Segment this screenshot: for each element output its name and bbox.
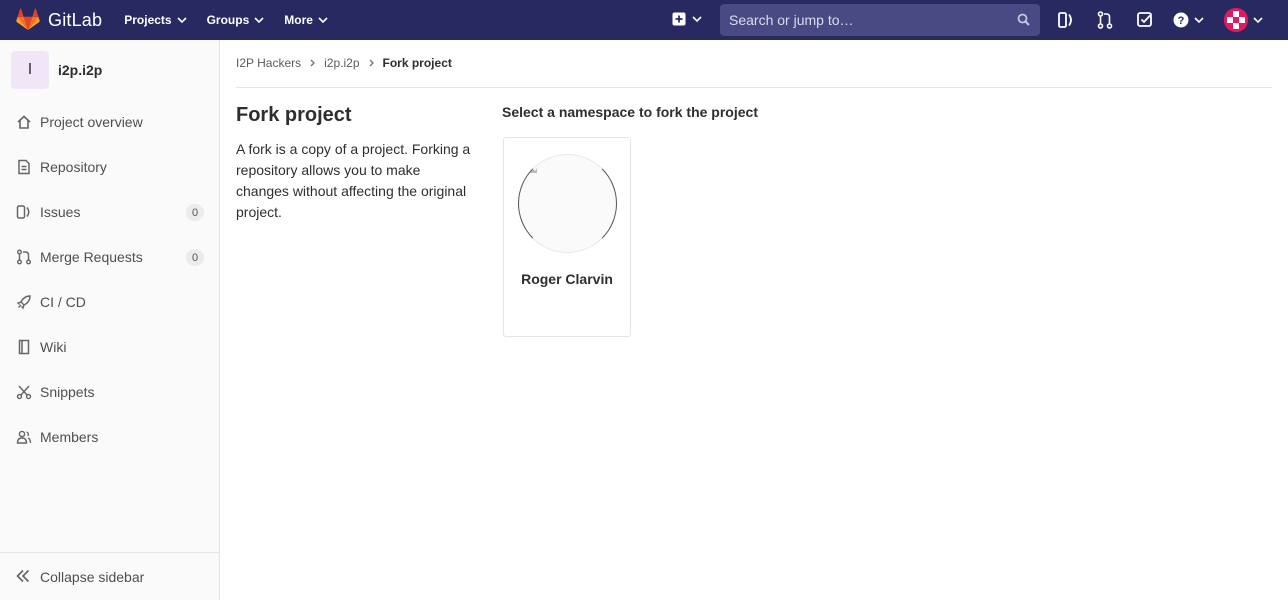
identicon-icon — [1224, 8, 1248, 32]
page-title: Fork project — [236, 104, 352, 126]
sidebar-item-snippets[interactable]: Snippets — [0, 372, 219, 412]
sidebar-item-label: Repository — [40, 159, 107, 175]
merge-requests-count-badge: 0 — [186, 249, 204, 266]
issues-count-badge: 0 — [186, 204, 204, 221]
search-box — [720, 4, 1040, 36]
issues-icon[interactable] — [1058, 11, 1074, 29]
scissors-icon — [16, 385, 32, 400]
sidebar-item-label: Issues — [40, 204, 81, 220]
sidebar-item-label: CI / CD — [40, 294, 86, 310]
breadcrumb: I2P Hackers i2p.i2p Fork project — [236, 56, 452, 70]
chevron-down-icon — [692, 16, 702, 22]
projects-label: Projects — [124, 13, 172, 27]
groups-label: Groups — [206, 13, 250, 27]
sidebar-item-label: Snippets — [40, 384, 95, 400]
user-avatar — [1224, 8, 1248, 32]
sidebar-item-label: Merge Requests — [40, 249, 143, 265]
brand-name: GitLab — [48, 9, 103, 30]
sidebar-item-label: Wiki — [40, 339, 67, 355]
help-dropdown[interactable]: ? — [1173, 12, 1204, 28]
doc-text-icon — [18, 159, 30, 175]
sidebar-item-project-overview[interactable]: Project overview — [0, 102, 219, 142]
chevron-down-icon — [318, 17, 328, 23]
gitlab-logo-icon — [16, 8, 40, 30]
breadcrumb-divider — [236, 87, 1272, 88]
rocket-icon — [16, 295, 31, 310]
sidebar-item-label: Project overview — [40, 114, 143, 130]
users-icon — [16, 430, 32, 444]
projects-dropdown[interactable]: Projects — [124, 13, 187, 27]
namespace-avatar — [518, 154, 617, 253]
search-icon — [1017, 13, 1030, 26]
sidebar-item-issues[interactable]: Issues 0 — [0, 192, 219, 232]
page-description: A fork is a copy of a project. Forking a… — [236, 141, 471, 220]
namespace-card[interactable]: Roger Clarvin — [503, 137, 631, 337]
top-navbar: GitLab Projects Groups More ? — [0, 0, 1288, 40]
chevron-right-icon — [369, 59, 374, 67]
main-nav-menu: Projects Groups More — [124, 0, 348, 40]
namespace-heading: Select a namespace to fork the project — [502, 104, 758, 120]
chevron-down-icon — [254, 17, 264, 23]
git-merge-icon — [17, 249, 31, 265]
question-circle-icon: ? — [1173, 12, 1189, 28]
sidebar-item-ci-cd[interactable]: CI / CD — [0, 282, 219, 322]
collapse-sidebar-label: Collapse sidebar — [40, 568, 145, 585]
chevron-down-icon — [1194, 17, 1204, 23]
namespace-name: Roger Clarvin — [521, 271, 613, 287]
svg-text:?: ? — [1178, 15, 1185, 27]
new-item-dropdown[interactable] — [672, 12, 702, 26]
breadcrumb-project-link[interactable]: i2p.i2p — [324, 56, 359, 70]
breadcrumb-current[interactable]: Fork project — [383, 56, 452, 70]
more-label: More — [284, 13, 313, 27]
plus-square-icon — [672, 12, 686, 26]
sidebar-item-members[interactable]: Members — [0, 417, 219, 457]
collapse-sidebar-button[interactable]: Collapse sidebar — [0, 552, 219, 600]
gitlab-home-link[interactable]: GitLab — [16, 0, 102, 40]
project-sidebar: I i2p.i2p Project overview Repository Is… — [0, 40, 220, 600]
user-menu-dropdown[interactable] — [1224, 8, 1263, 32]
sidebar-item-label: Members — [40, 429, 99, 445]
more-dropdown[interactable]: More — [284, 13, 328, 27]
groups-dropdown[interactable]: Groups — [207, 13, 265, 27]
project-name: i2p.i2p — [58, 62, 103, 78]
sidebar-item-repository[interactable]: Repository — [0, 147, 219, 187]
sidebar-project-header[interactable]: I i2p.i2p — [0, 40, 219, 100]
merge-requests-icon[interactable] — [1097, 11, 1113, 29]
home-icon — [17, 115, 31, 129]
todos-icon[interactable] — [1137, 11, 1153, 29]
project-avatar: I — [11, 51, 49, 89]
sidebar-item-merge-requests[interactable]: Merge Requests 0 — [0, 237, 219, 277]
book-icon — [18, 339, 30, 355]
chevron-down-icon — [1253, 17, 1263, 23]
chevron-down-icon — [177, 17, 187, 23]
issues-icon — [16, 205, 30, 219]
breadcrumb-group-link[interactable]: I2P Hackers — [236, 56, 301, 70]
chevron-double-left-icon — [16, 569, 30, 583]
search-input[interactable] — [729, 12, 1009, 28]
broken-image-icon — [530, 168, 537, 173]
sidebar-item-wiki[interactable]: Wiki — [0, 327, 219, 367]
chevron-right-icon — [310, 59, 316, 67]
